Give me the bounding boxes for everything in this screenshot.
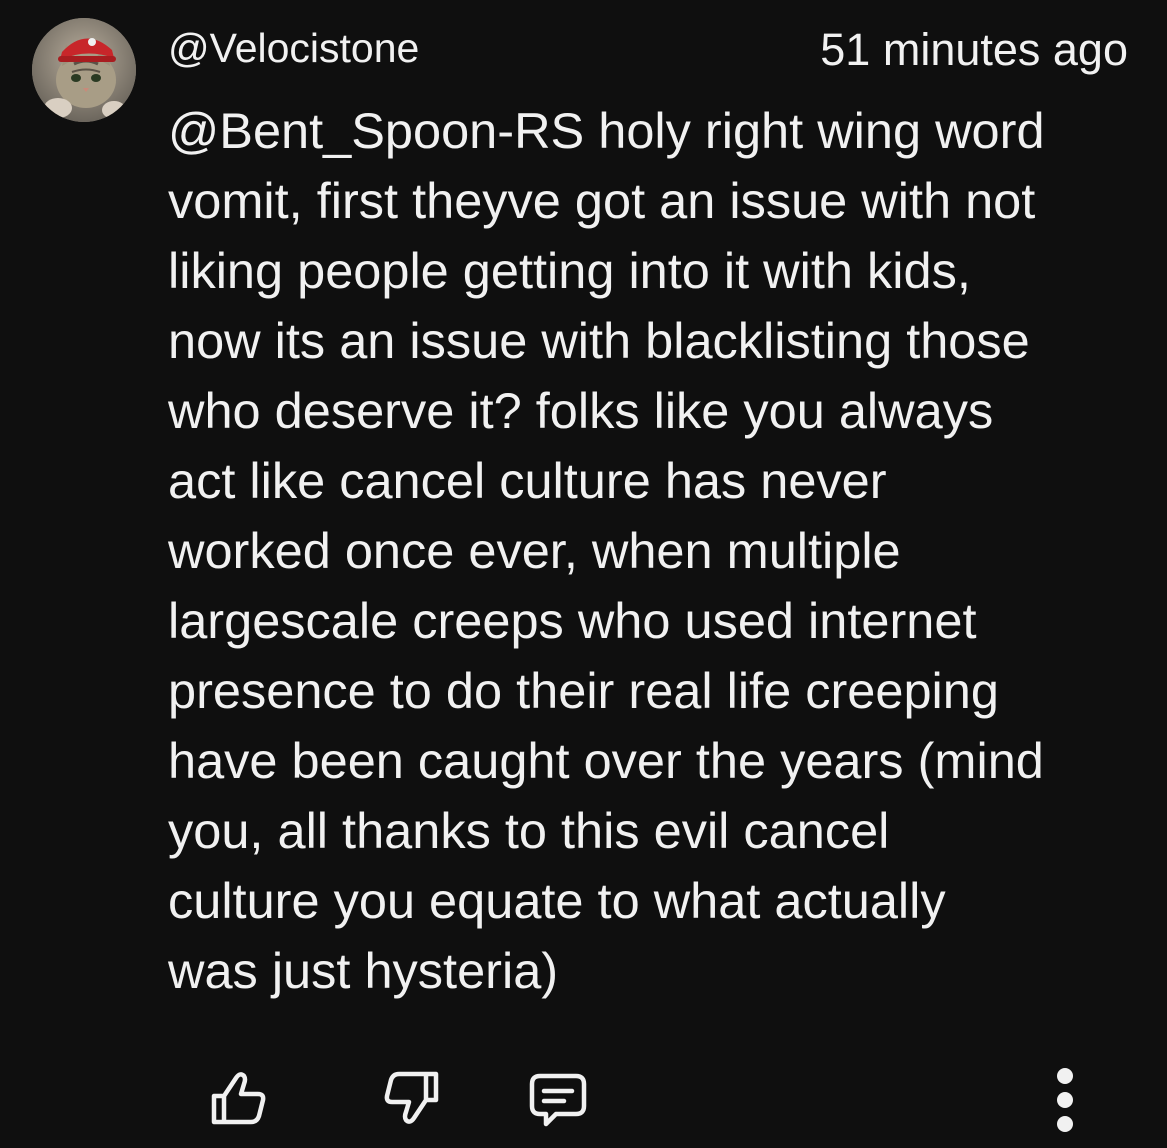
comment-body-line: have been caught over the years (mind — [168, 732, 1044, 789]
thumbs-down-icon — [384, 1071, 439, 1124]
comment-body-line: worked once ever, when multiple — [168, 522, 901, 579]
comment-body-line: was just hysteria) — [168, 942, 559, 999]
comment-header: @Velocistone 51 minutes ago — [168, 22, 1128, 78]
comment-body-line: vomit, first theyve got an issue with no… — [168, 172, 1036, 229]
comment-body: @Bent_Spoon-RS holy right wing word vomi… — [168, 96, 1158, 1006]
comment-body-line: presence to do their real life creeping — [168, 662, 999, 719]
comment-body-line: largescale creeps who used internet — [168, 592, 977, 649]
comment-body-line: you, all thanks to this evil cancel — [168, 802, 890, 859]
comment-body-line: now its an issue with blacklisting those — [168, 312, 1030, 369]
more-options-button[interactable] — [1040, 1060, 1090, 1140]
thumbs-up-icon — [211, 1072, 266, 1125]
comment-body-line: who deserve it? folks like you always — [168, 382, 994, 439]
comment-card: @Velocistone 51 minutes ago @Bent_Spoon-… — [0, 0, 1167, 1148]
timestamp: 51 minutes ago — [820, 24, 1128, 75]
comment-body-line: culture you equate to what actually — [168, 872, 946, 929]
like-button[interactable] — [206, 1066, 270, 1130]
dislike-button[interactable] — [380, 1066, 444, 1130]
author-name[interactable]: @Velocistone — [168, 22, 419, 74]
reply-button[interactable] — [526, 1066, 590, 1130]
comment-icon — [529, 1073, 587, 1127]
comment-body-line: act like cancel culture has never — [168, 452, 887, 509]
avatar[interactable] — [32, 18, 136, 122]
more-vertical-icon — [1057, 1068, 1073, 1132]
comment-body-line: @Bent_Spoon-RS holy right wing word — [168, 102, 1045, 159]
avatar-cat-image — [32, 18, 136, 122]
comment-body-line: liking people getting into it with kids, — [168, 242, 971, 299]
